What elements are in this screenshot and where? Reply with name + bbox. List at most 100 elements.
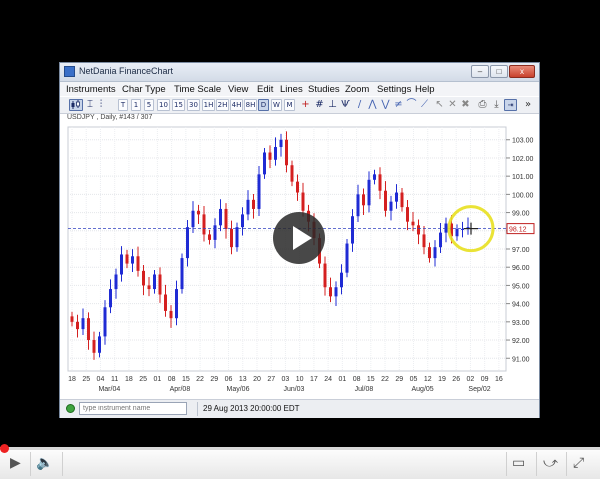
share-icon[interactable]: ⤻ bbox=[543, 455, 558, 471]
candle-body bbox=[125, 254, 129, 264]
candle-body bbox=[109, 289, 112, 308]
timeframe-button[interactable]: 10 bbox=[157, 99, 170, 111]
x-tick-label: 26 bbox=[452, 376, 460, 383]
candle-body bbox=[461, 228, 464, 230]
pointer-icon[interactable]: ↖ bbox=[434, 99, 445, 111]
export-icon[interactable]: ⤓ bbox=[491, 99, 502, 111]
y-tick-label: 95.00 bbox=[512, 283, 530, 290]
menu-edit[interactable]: Edit bbox=[257, 84, 273, 95]
x-tick-label: 17 bbox=[310, 376, 318, 383]
x-tick-label: 01 bbox=[153, 376, 161, 383]
y-tick-label: 92.00 bbox=[512, 338, 530, 345]
candle-body bbox=[268, 152, 272, 160]
grid-icon[interactable]: # bbox=[314, 99, 325, 111]
crosshair-icon[interactable]: + bbox=[300, 99, 311, 111]
candle-body bbox=[290, 165, 294, 182]
minimize-button[interactable]: – bbox=[471, 65, 489, 78]
x-tick-label: 09 bbox=[481, 376, 489, 383]
chart-instrument-label: USDJPY , Daily, #143 / 307 bbox=[67, 114, 153, 121]
captions-icon[interactable]: ▭ bbox=[512, 455, 525, 471]
candle-body bbox=[384, 190, 387, 211]
candle-body bbox=[186, 227, 189, 259]
candle-body bbox=[356, 194, 360, 217]
video-progress-handle[interactable] bbox=[0, 444, 9, 453]
timeframe-button[interactable]: W bbox=[271, 99, 282, 111]
candle-body bbox=[224, 208, 228, 229]
maximize-button[interactable]: □ bbox=[490, 65, 508, 78]
chart-style-icon[interactable]: ⌶ bbox=[85, 99, 95, 111]
candle-body bbox=[296, 181, 299, 193]
x-tick-label: 06 bbox=[225, 376, 233, 383]
timeframe-button[interactable]: 2H bbox=[216, 99, 229, 111]
candle-body bbox=[274, 147, 277, 160]
popout-icon[interactable]: ⇥ bbox=[504, 99, 517, 111]
timeframe-button[interactable]: 1H bbox=[202, 99, 215, 111]
line-draw-icon[interactable]: / bbox=[354, 99, 365, 111]
trend-icon[interactable]: ⋀ bbox=[367, 99, 378, 111]
video-play-overlay-button[interactable] bbox=[273, 212, 325, 264]
fullscreen-icon[interactable]: ⤢ bbox=[573, 455, 584, 471]
indicator-icon[interactable]: ⊥ bbox=[327, 99, 338, 111]
candle-body bbox=[230, 228, 233, 248]
instrument-search-input[interactable] bbox=[79, 402, 187, 415]
gann-icon[interactable]: ⟋ bbox=[419, 99, 430, 111]
fibonacci-icon[interactable]: ⋁ bbox=[380, 99, 391, 111]
delete-all-icon[interactable]: ✖ bbox=[460, 99, 471, 111]
more-icon[interactable]: » bbox=[523, 99, 533, 111]
menu-time-scale[interactable]: Time Scale bbox=[174, 84, 221, 95]
x-tick-label: 05 bbox=[410, 376, 418, 383]
timeframe-button[interactable]: 8H bbox=[244, 99, 257, 111]
menu-chart-type[interactable]: Char Type bbox=[122, 84, 166, 95]
candle-body bbox=[439, 232, 442, 248]
signal-icon[interactable]: Ѱ bbox=[340, 99, 351, 111]
x-tick-label: 25 bbox=[139, 376, 147, 383]
play-icon[interactable]: ▶ bbox=[10, 455, 21, 471]
player-divider bbox=[62, 452, 63, 476]
menu-lines[interactable]: Lines bbox=[280, 84, 303, 95]
volume-icon[interactable]: 🔈 bbox=[36, 455, 53, 471]
menu-settings[interactable]: Settings bbox=[377, 84, 411, 95]
player-divider bbox=[566, 452, 567, 476]
delete-icon[interactable]: ✕ bbox=[447, 99, 458, 111]
timeframe-button[interactable]: 15 bbox=[172, 99, 185, 111]
candle-body bbox=[153, 274, 156, 290]
video-progress-track[interactable] bbox=[0, 447, 600, 450]
timeframe-button[interactable]: 4H bbox=[230, 99, 243, 111]
arc-icon[interactable]: ⌒ bbox=[406, 99, 417, 111]
candle-body bbox=[164, 294, 167, 311]
x-month-label: Jun/03 bbox=[283, 386, 304, 393]
candle-body bbox=[301, 192, 305, 211]
channel-icon[interactable]: ≠ bbox=[393, 99, 404, 111]
x-month-label: Jul/08 bbox=[355, 386, 374, 393]
menu-studies[interactable]: Studies bbox=[308, 84, 340, 95]
timeframe-button[interactable]: 1 bbox=[131, 99, 141, 111]
x-tick-label: 13 bbox=[239, 376, 247, 383]
timeframe-button[interactable]: 30 bbox=[187, 99, 200, 111]
close-button[interactable]: x bbox=[509, 65, 535, 78]
candle-body bbox=[76, 321, 79, 330]
x-tick-label: 01 bbox=[338, 376, 346, 383]
play-overlay-icon bbox=[293, 226, 312, 250]
candle-body bbox=[202, 214, 206, 235]
candle-body bbox=[334, 287, 338, 297]
chart-mode-button[interactable] bbox=[69, 99, 83, 111]
timeframe-button[interactable]: 5 bbox=[144, 99, 154, 111]
bars-icon[interactable]: ⫶ bbox=[96, 99, 106, 111]
y-tick-label: 99.00 bbox=[512, 211, 530, 218]
timeframe-button[interactable]: M bbox=[284, 99, 295, 111]
timeframe-button-selected[interactable]: D bbox=[258, 99, 269, 111]
player-divider bbox=[506, 452, 507, 476]
x-tick-label: 19 bbox=[438, 376, 446, 383]
x-tick-label: 08 bbox=[168, 376, 176, 383]
candle-body bbox=[180, 258, 184, 290]
candle-body bbox=[340, 272, 343, 288]
x-tick-label: 10 bbox=[296, 376, 304, 383]
timeframe-button[interactable]: T bbox=[118, 99, 128, 111]
connection-status-icon bbox=[66, 404, 75, 413]
x-tick-label: 25 bbox=[82, 376, 90, 383]
menu-view[interactable]: View bbox=[228, 84, 248, 95]
menu-help[interactable]: Help bbox=[415, 84, 435, 95]
menu-instruments[interactable]: Instruments bbox=[66, 84, 116, 95]
print-icon[interactable]: ⎙ bbox=[477, 99, 488, 111]
menu-zoom[interactable]: Zoom bbox=[345, 84, 369, 95]
